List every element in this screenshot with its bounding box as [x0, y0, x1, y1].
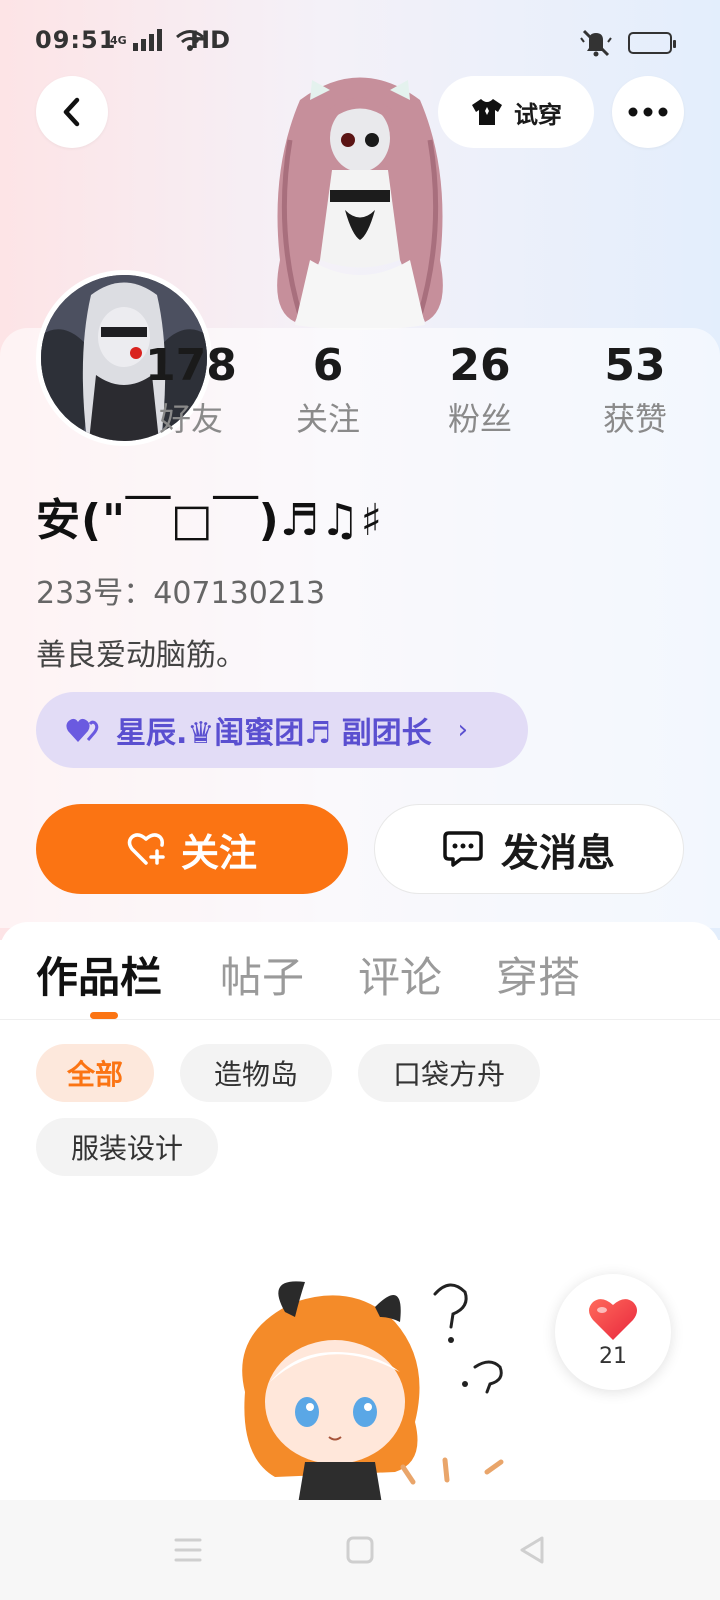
user-nickname: 安("￣□￣)♬♫♯	[36, 495, 383, 546]
group-badge-text: 星辰.♛闺蜜团♬ 副团长	[116, 716, 432, 751]
chat-bubble-icon	[443, 831, 483, 867]
send-message-button[interactable]: 发消息	[374, 804, 684, 894]
vibrate-icon	[580, 29, 612, 57]
chevron-left-icon	[63, 97, 80, 127]
filter-chip-all[interactable]: 全部	[36, 1044, 154, 1102]
heart-plus-icon	[127, 833, 165, 865]
like-count: 21	[599, 1343, 627, 1369]
tab-outfits[interactable]: 穿搭	[496, 944, 580, 1005]
empty-state-illustration	[242, 1281, 504, 1522]
battery-icon	[628, 32, 676, 54]
filter-chip-pocket-ark[interactable]: 口袋方舟	[358, 1044, 540, 1102]
profile-stats: 178 好友 6 关注 26 粉丝 53 获赞	[0, 338, 720, 448]
stat-value: 178	[145, 340, 237, 391]
home-square-icon[interactable]	[340, 1530, 380, 1570]
avatar-3d-figure	[277, 77, 443, 330]
user-bio: 善良爱动脑筋。	[36, 638, 246, 673]
user-id: 233号：407130213	[36, 576, 326, 611]
menu-icon[interactable]	[168, 1530, 208, 1570]
heart-icon	[589, 1298, 637, 1340]
stat-label: 关注	[295, 400, 360, 438]
stat-label: 粉丝	[447, 400, 512, 438]
chevron-right-icon: ›	[457, 715, 469, 745]
status-time: 09:51	[35, 26, 117, 54]
hd-label: HD	[190, 26, 231, 54]
stat-value: 26	[449, 340, 511, 391]
try-on-button[interactable]: 试穿	[438, 76, 594, 148]
system-nav-bar	[0, 1500, 720, 1600]
back-button[interactable]	[36, 76, 108, 148]
filter-chip-creation-island[interactable]: 造物岛	[180, 1044, 332, 1102]
follow-label: 关注	[180, 830, 257, 875]
hearts-icon	[66, 718, 99, 742]
tab-comments[interactable]: 评论	[358, 944, 442, 1005]
follow-button[interactable]: 关注	[36, 804, 348, 894]
stat-label: 好友	[158, 400, 223, 438]
stat-likes[interactable]: 53 获赞	[560, 338, 710, 444]
shirt-icon	[472, 99, 502, 125]
group-badge[interactable]: 星辰.♛闺蜜团♬ 副团长 ›	[36, 692, 528, 768]
like-floating-button[interactable]: 21	[555, 1274, 671, 1390]
stat-value: 6	[312, 340, 344, 391]
more-button[interactable]	[612, 76, 684, 148]
back-triangle-icon[interactable]	[512, 1530, 552, 1570]
stat-value: 53	[604, 340, 666, 391]
profile-tabs: 作品栏 帖子 评论 穿搭	[0, 922, 720, 1020]
tab-posts[interactable]: 帖子	[220, 944, 304, 1005]
stat-friends[interactable]: 178 好友	[116, 338, 266, 444]
filter-chip-costume-design[interactable]: 服装设计	[36, 1118, 218, 1176]
send-message-label: 发消息	[500, 830, 615, 875]
stat-following[interactable]: 6 关注	[253, 338, 403, 444]
stat-followers[interactable]: 26 粉丝	[405, 338, 555, 444]
tab-indicator	[90, 1012, 118, 1019]
content-section: 作品栏 帖子 评论 穿搭 全部 造物岛 口袋方舟 服装设计 21	[0, 922, 720, 1600]
more-dots-icon	[628, 107, 668, 117]
tab-works[interactable]: 作品栏	[36, 944, 162, 1005]
try-on-label: 试穿	[514, 100, 562, 129]
stat-label: 获赞	[602, 400, 667, 438]
